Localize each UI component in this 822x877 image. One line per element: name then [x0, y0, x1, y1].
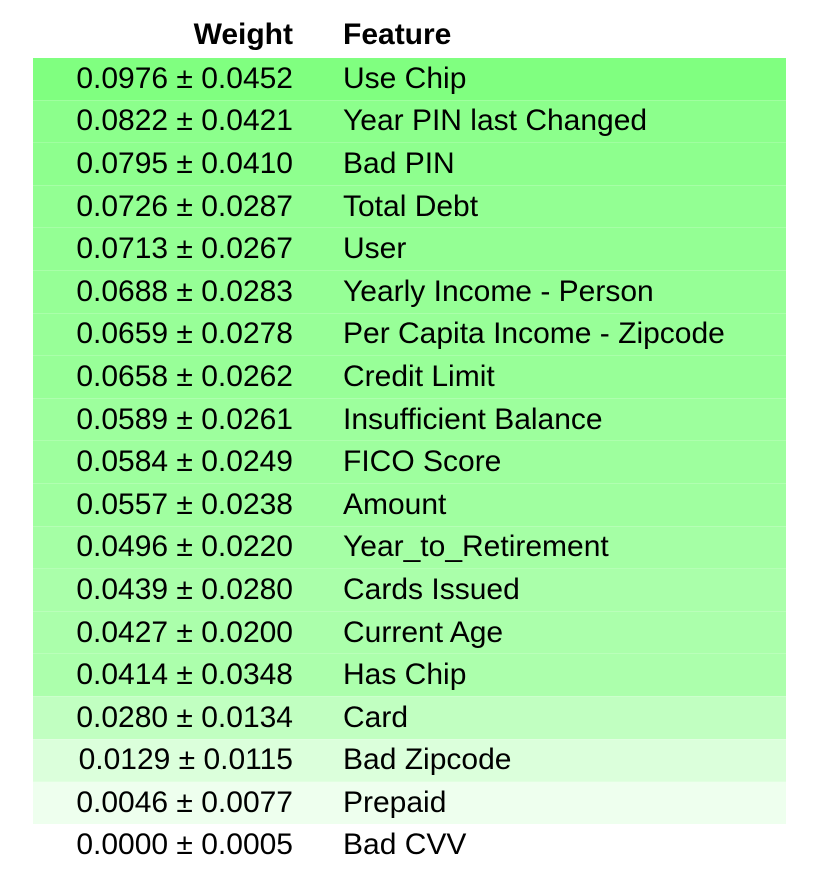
weight-cell: 0.0557 ± 0.0238 — [33, 483, 343, 527]
table-row: 0.0659 ± 0.0278 Per Capita Income - Zipco… — [33, 313, 786, 357]
weight-cell: 0.0414 ± 0.0348 — [33, 653, 343, 697]
weight-cell: 0.0129 ± 0.0115 — [33, 739, 343, 783]
weight-cell: 0.0976 ± 0.0452 — [33, 58, 343, 101]
feature-cell: FICO Score — [343, 440, 786, 484]
weight-cell: 0.0795 ± 0.0410 — [33, 142, 343, 186]
table-body: 0.0976 ± 0.0452 Use Chip 0.0822 ± 0.0421 Ye… — [33, 58, 786, 868]
feature-weights-table: Weight Feature 0.0976 ± 0.0452 Use Chip 0.… — [33, 12, 786, 868]
table-row: 0.0414 ± 0.0348 Has Chip — [33, 653, 786, 697]
table-row: 0.0713 ± 0.0267 User — [33, 227, 786, 271]
table-row: 0.0129 ± 0.0115 Bad Zipcode — [33, 739, 786, 783]
feature-cell: Per Capita Income - Zipcode — [343, 313, 786, 357]
table-row: 0.0795 ± 0.0410 Bad PIN — [33, 142, 786, 186]
weight-cell: 0.0046 ± 0.0077 — [33, 781, 343, 825]
weight-cell: 0.0658 ± 0.0262 — [33, 355, 343, 399]
weight-cell: 0.0659 ± 0.0278 — [33, 313, 343, 357]
feature-cell: Cards Issued — [343, 568, 786, 612]
weight-cell: 0.0713 ± 0.0267 — [33, 227, 343, 271]
weight-column-header: Weight — [33, 12, 343, 58]
feature-cell: Yearly Income - Person — [343, 270, 786, 314]
feature-cell: User — [343, 227, 786, 271]
table-row: 0.0688 ± 0.0283 Yearly Income - Person — [33, 270, 786, 314]
table-row: 0.0280 ± 0.0134 Card — [33, 696, 786, 740]
table-row: 0.0584 ± 0.0249 FICO Score — [33, 440, 786, 484]
weight-cell: 0.0822 ± 0.0421 — [33, 100, 343, 144]
feature-cell: Current Age — [343, 611, 786, 655]
feature-cell: Bad PIN — [343, 142, 786, 186]
table-row: 0.0000 ± 0.0005 Bad CVV — [33, 824, 786, 868]
table-row: 0.0439 ± 0.0280 Cards Issued — [33, 568, 786, 612]
weight-cell: 0.0726 ± 0.0287 — [33, 185, 343, 229]
table-row: 0.0822 ± 0.0421 Year PIN last Changed — [33, 100, 786, 144]
feature-cell: Credit Limit — [343, 355, 786, 399]
weight-cell: 0.0688 ± 0.0283 — [33, 270, 343, 314]
feature-cell: Card — [343, 696, 786, 740]
table-row: 0.0046 ± 0.0077 Prepaid — [33, 781, 786, 825]
weight-cell: 0.0280 ± 0.0134 — [33, 696, 343, 740]
table-row: 0.0726 ± 0.0287 Total Debt — [33, 185, 786, 229]
feature-cell: Has Chip — [343, 653, 786, 697]
table-row: 0.0658 ± 0.0262 Credit Limit — [33, 355, 786, 399]
table-row: 0.0976 ± 0.0452 Use Chip — [33, 58, 786, 101]
feature-cell: Bad CVV — [343, 824, 786, 868]
feature-cell: Insufficient Balance — [343, 398, 786, 442]
feature-column-header: Feature — [343, 12, 786, 58]
weight-cell: 0.0439 ± 0.0280 — [33, 568, 343, 612]
feature-cell: Total Debt — [343, 185, 786, 229]
table-row: 0.0589 ± 0.0261 Insufficient Balance — [33, 398, 786, 442]
feature-cell: Year PIN last Changed — [343, 100, 786, 144]
table-row: 0.0557 ± 0.0238 Amount — [33, 483, 786, 527]
feature-cell: Year_to_Retirement — [343, 526, 786, 570]
feature-cell: Bad Zipcode — [343, 739, 786, 783]
feature-cell: Amount — [343, 483, 786, 527]
weight-cell: 0.0000 ± 0.0005 — [33, 824, 343, 868]
feature-cell: Use Chip — [343, 58, 786, 101]
table-header-row: Weight Feature — [33, 12, 786, 58]
weight-cell: 0.0584 ± 0.0249 — [33, 440, 343, 484]
weight-cell: 0.0589 ± 0.0261 — [33, 398, 343, 442]
weight-cell: 0.0427 ± 0.0200 — [33, 611, 343, 655]
weight-cell: 0.0496 ± 0.0220 — [33, 526, 343, 570]
table-row: 0.0427 ± 0.0200 Current Age — [33, 611, 786, 655]
table-row: 0.0496 ± 0.0220 Year_to_Retirement — [33, 526, 786, 570]
feature-cell: Prepaid — [343, 781, 786, 825]
